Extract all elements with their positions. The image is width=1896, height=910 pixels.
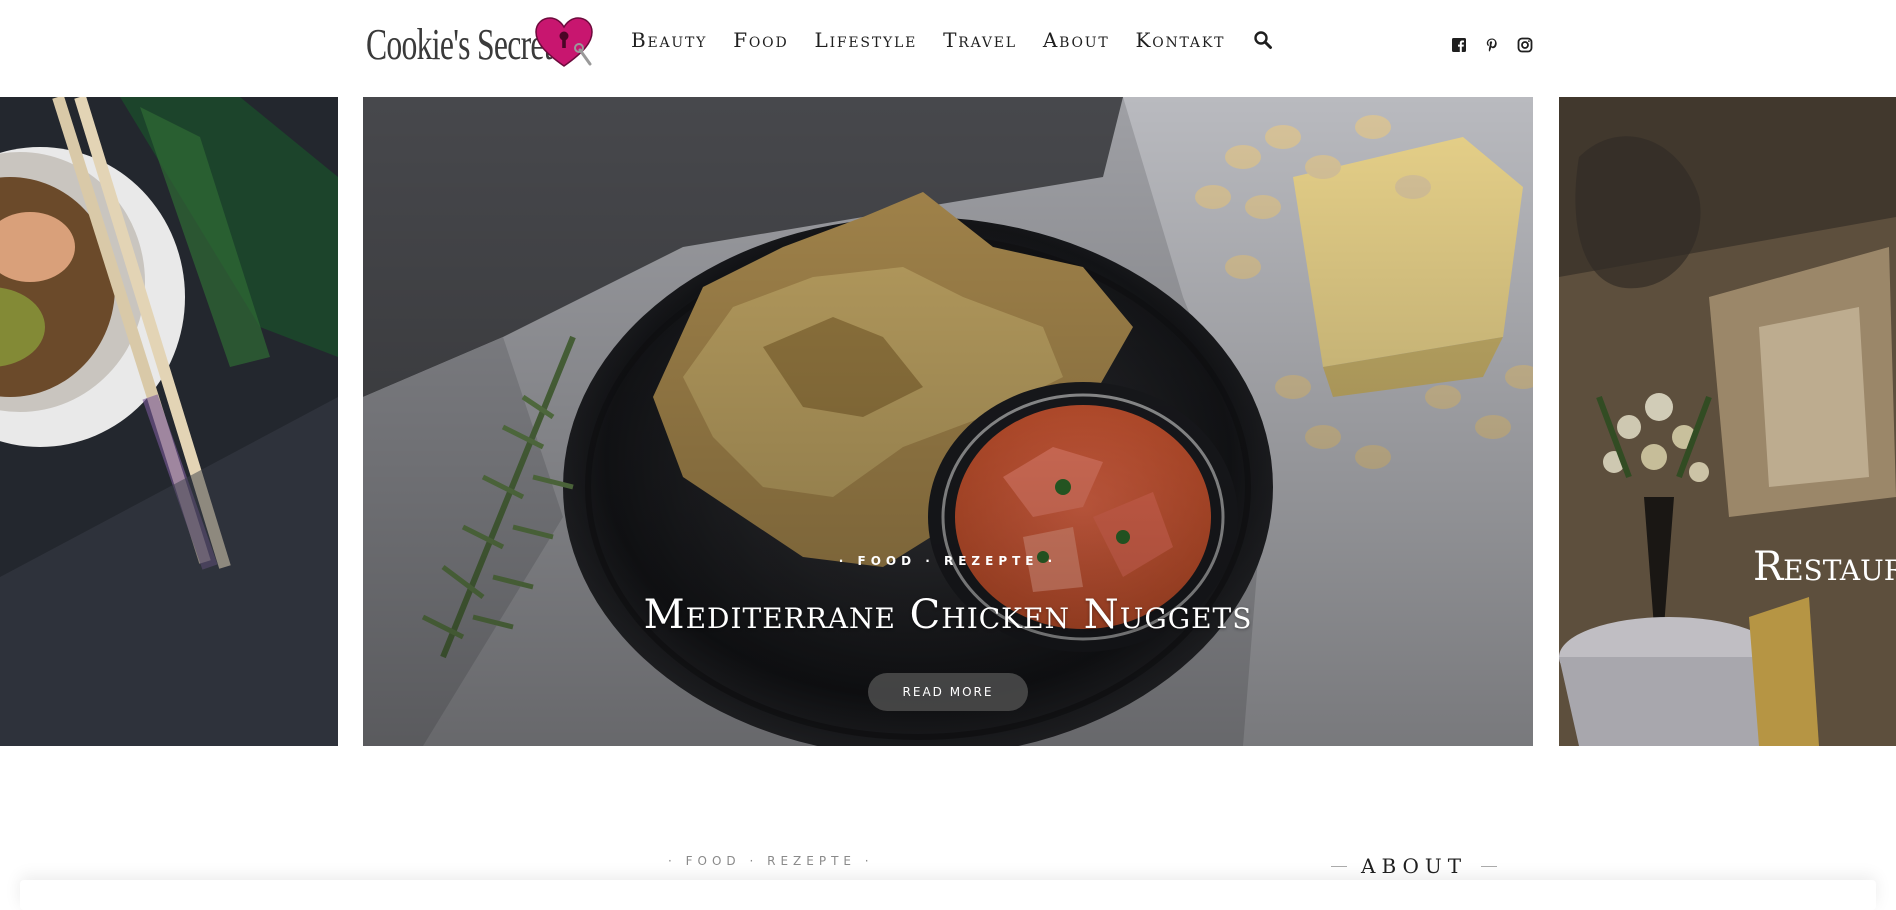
slider-item-previous[interactable] [0, 97, 338, 746]
restaurant-image [1559, 97, 1896, 746]
heading-dash-right [1481, 865, 1498, 867]
about-heading-text: ABOUT [1361, 854, 1468, 878]
post-categories[interactable]: · FOOD · REZEPTE · [668, 854, 874, 868]
slider-item-active[interactable]: · FOOD · REZEPTE · Mediterrane Chicken N… [363, 97, 1533, 746]
facebook-icon[interactable] [1451, 37, 1467, 53]
pinterest-icon[interactable] [1484, 37, 1500, 53]
nav-item-lifestyle[interactable]: Lifestyle [814, 28, 917, 52]
search-icon[interactable] [1253, 30, 1273, 50]
heading-dash-left [1331, 865, 1347, 867]
slider-item-next[interactable]: Restaur [1559, 97, 1896, 746]
slide-title[interactable]: Mediterrane Chicken Nuggets [363, 592, 1533, 638]
nav-item-travel[interactable]: Travel [943, 28, 1017, 52]
heart-lock-icon [535, 17, 593, 67]
noodle-bowl-image [0, 97, 338, 746]
nav-item-kontakt[interactable]: Kontakt [1135, 28, 1225, 52]
nav-item-beauty[interactable]: Beauty [631, 28, 707, 52]
main-nav: Beauty Food Lifestyle Travel About Konta… [631, 28, 1273, 52]
read-more-button[interactable]: Read More [868, 673, 1028, 711]
instagram-icon[interactable] [1517, 37, 1533, 53]
social-links [1451, 37, 1533, 53]
nav-item-food[interactable]: Food [733, 28, 788, 52]
about-widget-heading: ABOUT [1317, 854, 1511, 878]
site-logo[interactable]: Cookie's Secrets [366, 14, 640, 74]
next-slide-title[interactable]: Restaur [1753, 544, 1896, 590]
content-card-edge [20, 880, 1876, 910]
chicken-nuggets-image [363, 97, 1533, 746]
slide-categories[interactable]: · FOOD · REZEPTE · [363, 554, 1533, 568]
site-header: Cookie's Secrets Beauty Food Lifestyle T… [0, 0, 1896, 90]
nav-item-about[interactable]: About [1043, 28, 1110, 52]
